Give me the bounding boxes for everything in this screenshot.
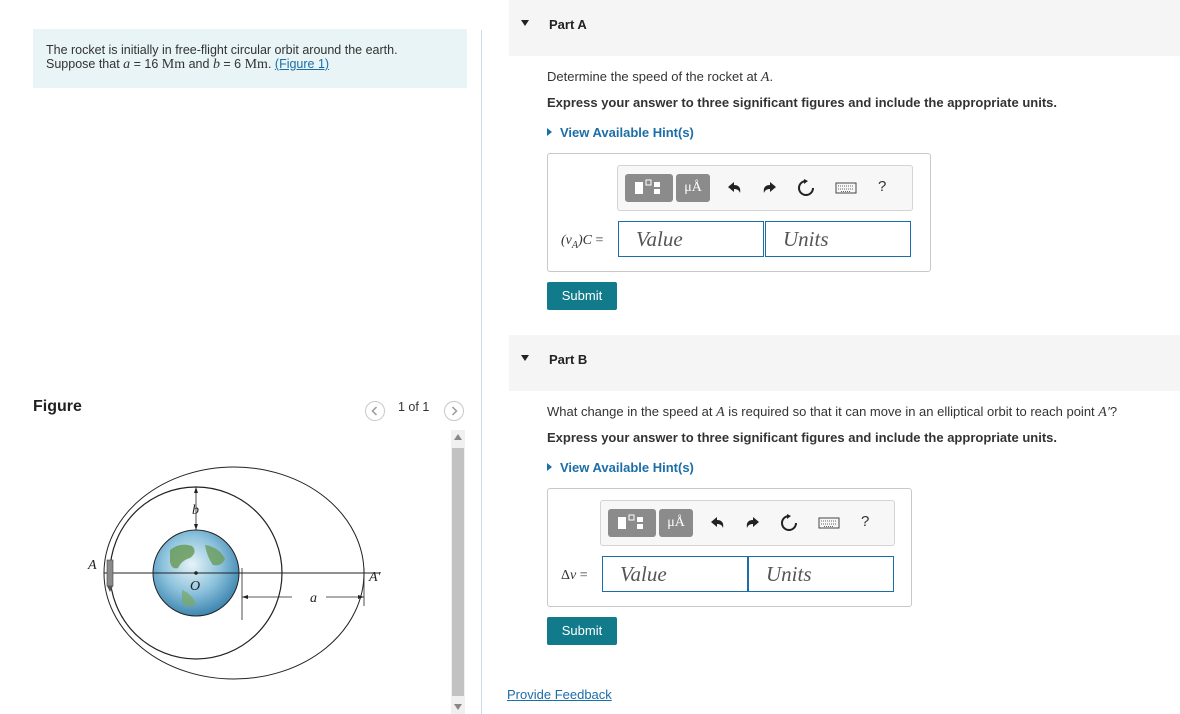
problem-statement: The rocket is initially in free-flight c…	[33, 29, 467, 88]
scroll-thumb[interactable]	[452, 448, 464, 696]
figure-link[interactable]: (Figure 1)	[275, 57, 329, 71]
panel-divider	[481, 30, 482, 714]
part-a-instruction: Express your answer to three significant…	[547, 95, 1057, 110]
var-b: b	[212, 57, 220, 72]
question-mid: is required so that it can move in an el…	[724, 404, 1099, 419]
label-v: (v	[561, 233, 572, 248]
part-b-title: Part B	[549, 352, 588, 367]
keyboard-icon[interactable]	[818, 513, 840, 533]
b-unit: Mm	[244, 57, 268, 72]
label-A: A	[87, 558, 97, 573]
question-var2: A′	[1098, 405, 1110, 420]
label-O: O	[190, 579, 200, 594]
problem-line-1: The rocket is initially in free-flight c…	[46, 43, 398, 57]
part-a-answer-box: μÅ ? (vA)C = Value Units	[547, 153, 931, 272]
problem-prefix: Suppose that	[46, 57, 124, 71]
label-c: )C	[578, 233, 592, 248]
part-b-instruction: Express your answer to three significant…	[547, 430, 1057, 445]
part-b-question: What change in the speed at A is require…	[547, 404, 1117, 421]
part-a-submit-button[interactable]: Submit	[547, 282, 617, 310]
templates-icon	[635, 179, 660, 194]
templates-button[interactable]	[625, 174, 673, 202]
part-b-toolbar: μÅ ?	[600, 500, 895, 546]
templates-button[interactable]	[608, 509, 656, 537]
part-a-header[interactable]: Part A	[509, 0, 1180, 56]
collapse-icon[interactable]	[521, 20, 529, 26]
problem-period: .	[267, 57, 275, 71]
units-button[interactable]: μÅ	[676, 174, 710, 202]
caret-right-icon	[547, 128, 552, 136]
undo-icon[interactable]	[707, 513, 727, 533]
provide-feedback-link[interactable]: Provide Feedback	[507, 687, 612, 702]
question-var: A	[716, 405, 725, 420]
undo-icon[interactable]	[724, 178, 744, 198]
keyboard-icon[interactable]	[835, 178, 857, 198]
a-unit: Mm	[161, 57, 186, 72]
orbit-figure: A b O A′ a	[87, 466, 382, 680]
part-b-hint-link[interactable]: View Available Hint(s)	[547, 460, 694, 475]
collapse-icon[interactable]	[521, 355, 529, 361]
reset-icon[interactable]	[796, 178, 816, 198]
question-suffix: ?	[1109, 404, 1118, 419]
problem-line-2: Suppose that a = 16 Mm and b = 6 Mm. (Fi…	[46, 57, 456, 72]
part-b-answer-box: μÅ ? Δv = Value Units	[547, 488, 912, 607]
templates-icon	[618, 514, 643, 529]
part-a-question: Determine the speed of the rocket at A.	[547, 69, 773, 86]
part-a-title: Part A	[549, 17, 587, 32]
help-button[interactable]: ?	[878, 178, 886, 195]
figure-scrollbar[interactable]	[451, 430, 465, 714]
problem-text: The rocket is initially in free-flight c…	[46, 43, 456, 72]
label-a: a	[310, 591, 317, 606]
part-a-variable-label: (vA)C =	[561, 233, 603, 251]
chevron-right-icon	[451, 406, 458, 416]
part-b-value-input[interactable]: Value	[602, 556, 748, 592]
scroll-down-icon[interactable]	[454, 704, 462, 710]
redo-icon[interactable]	[743, 513, 763, 533]
part-b-units-input[interactable]: Units	[748, 556, 894, 592]
figure-title: Figure	[33, 398, 82, 415]
part-a-units-input[interactable]: Units	[765, 221, 911, 257]
label-eq: =	[576, 568, 588, 583]
figure-pager: 1 of 1	[398, 400, 430, 414]
part-a-toolbar: μÅ ?	[617, 165, 913, 211]
next-figure-button[interactable]	[444, 401, 464, 421]
help-button[interactable]: ?	[861, 513, 869, 530]
b-value: = 6	[219, 57, 245, 71]
label-eq: =	[592, 233, 604, 248]
question-text: Determine the speed of the rocket at	[547, 69, 761, 84]
rocket-icon	[106, 559, 114, 587]
label-delta: Δ	[561, 568, 571, 583]
question-suffix: .	[769, 69, 774, 84]
label-A-prime: A′	[368, 570, 382, 585]
question-text: What change in the speed at	[547, 404, 717, 419]
center-point	[194, 571, 198, 575]
a-value: = 16	[130, 57, 162, 71]
part-b-variable-label: Δv =	[561, 568, 588, 584]
problem-and: and	[185, 57, 213, 71]
label-b: b	[192, 503, 199, 518]
caret-right-icon	[547, 463, 552, 471]
prev-figure-button[interactable]	[365, 401, 385, 421]
units-button[interactable]: μÅ	[659, 509, 693, 537]
chevron-left-icon	[371, 406, 378, 416]
part-b-submit-button[interactable]: Submit	[547, 617, 617, 645]
hint-label: View Available Hint(s)	[560, 125, 694, 140]
part-a-value-input[interactable]: Value	[618, 221, 764, 257]
scroll-up-icon[interactable]	[454, 434, 462, 440]
reset-icon[interactable]	[779, 513, 799, 533]
part-b-header[interactable]: Part B	[509, 335, 1180, 391]
part-a-hint-link[interactable]: View Available Hint(s)	[547, 125, 694, 140]
hint-label: View Available Hint(s)	[560, 460, 694, 475]
redo-icon[interactable]	[760, 178, 780, 198]
